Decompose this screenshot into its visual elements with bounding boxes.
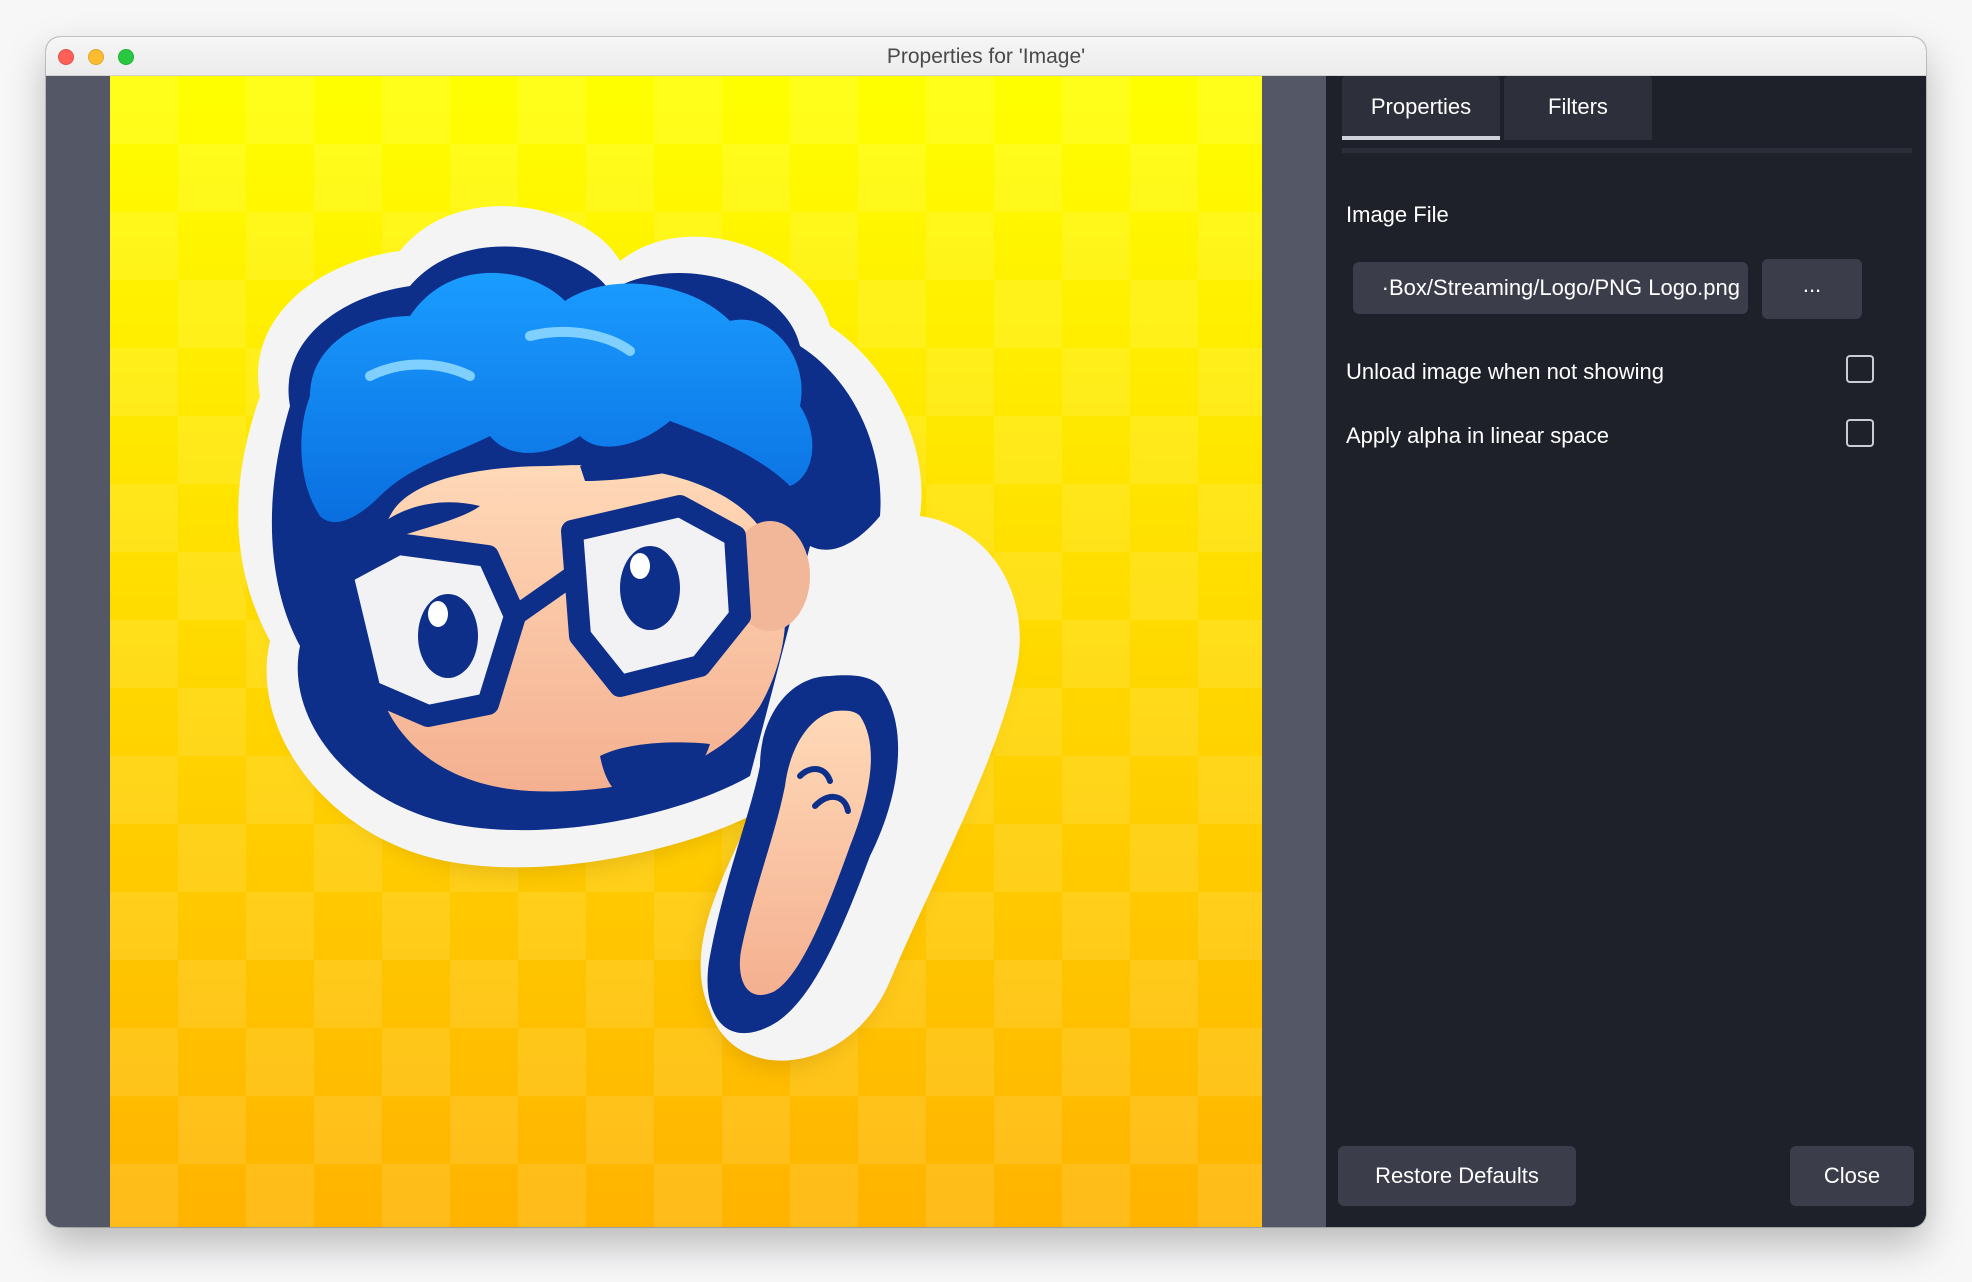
avatar-image [110, 76, 1262, 1227]
tab-properties[interactable]: Properties [1342, 76, 1500, 140]
image-file-label: Image File [1346, 202, 1449, 227]
option-apply-alpha: Apply alpha in linear space [1346, 417, 1886, 457]
option-label: Apply alpha in linear space [1346, 423, 1609, 448]
preview-image [110, 76, 1262, 1227]
apply-alpha-checkbox[interactable] [1846, 419, 1874, 447]
unload-image-checkbox[interactable] [1846, 355, 1874, 383]
image-file-path-input[interactable]: ·Box/Streaming/Logo/PNG Logo.png [1353, 262, 1748, 314]
source-preview [46, 76, 1326, 1227]
option-label: Unload image when not showing [1346, 359, 1664, 384]
window-title: Properties for 'Image' [886, 45, 1086, 68]
browse-button[interactable]: ... [1762, 259, 1862, 319]
close-button[interactable]: Close [1790, 1146, 1914, 1206]
title-bar[interactable]: Properties for 'Image' [46, 37, 1926, 76]
properties-window: Properties for 'Image' Properties Filter… [46, 37, 1926, 1227]
tab-filters[interactable]: Filters [1504, 76, 1652, 140]
tab-bar: Properties Filters [1342, 76, 1912, 153]
properties-panel: Properties Filters Image File ·Box/Strea… [1326, 76, 1926, 1227]
option-unload-image: Unload image when not showing [1346, 353, 1886, 393]
restore-defaults-button[interactable]: Restore Defaults [1338, 1146, 1576, 1206]
